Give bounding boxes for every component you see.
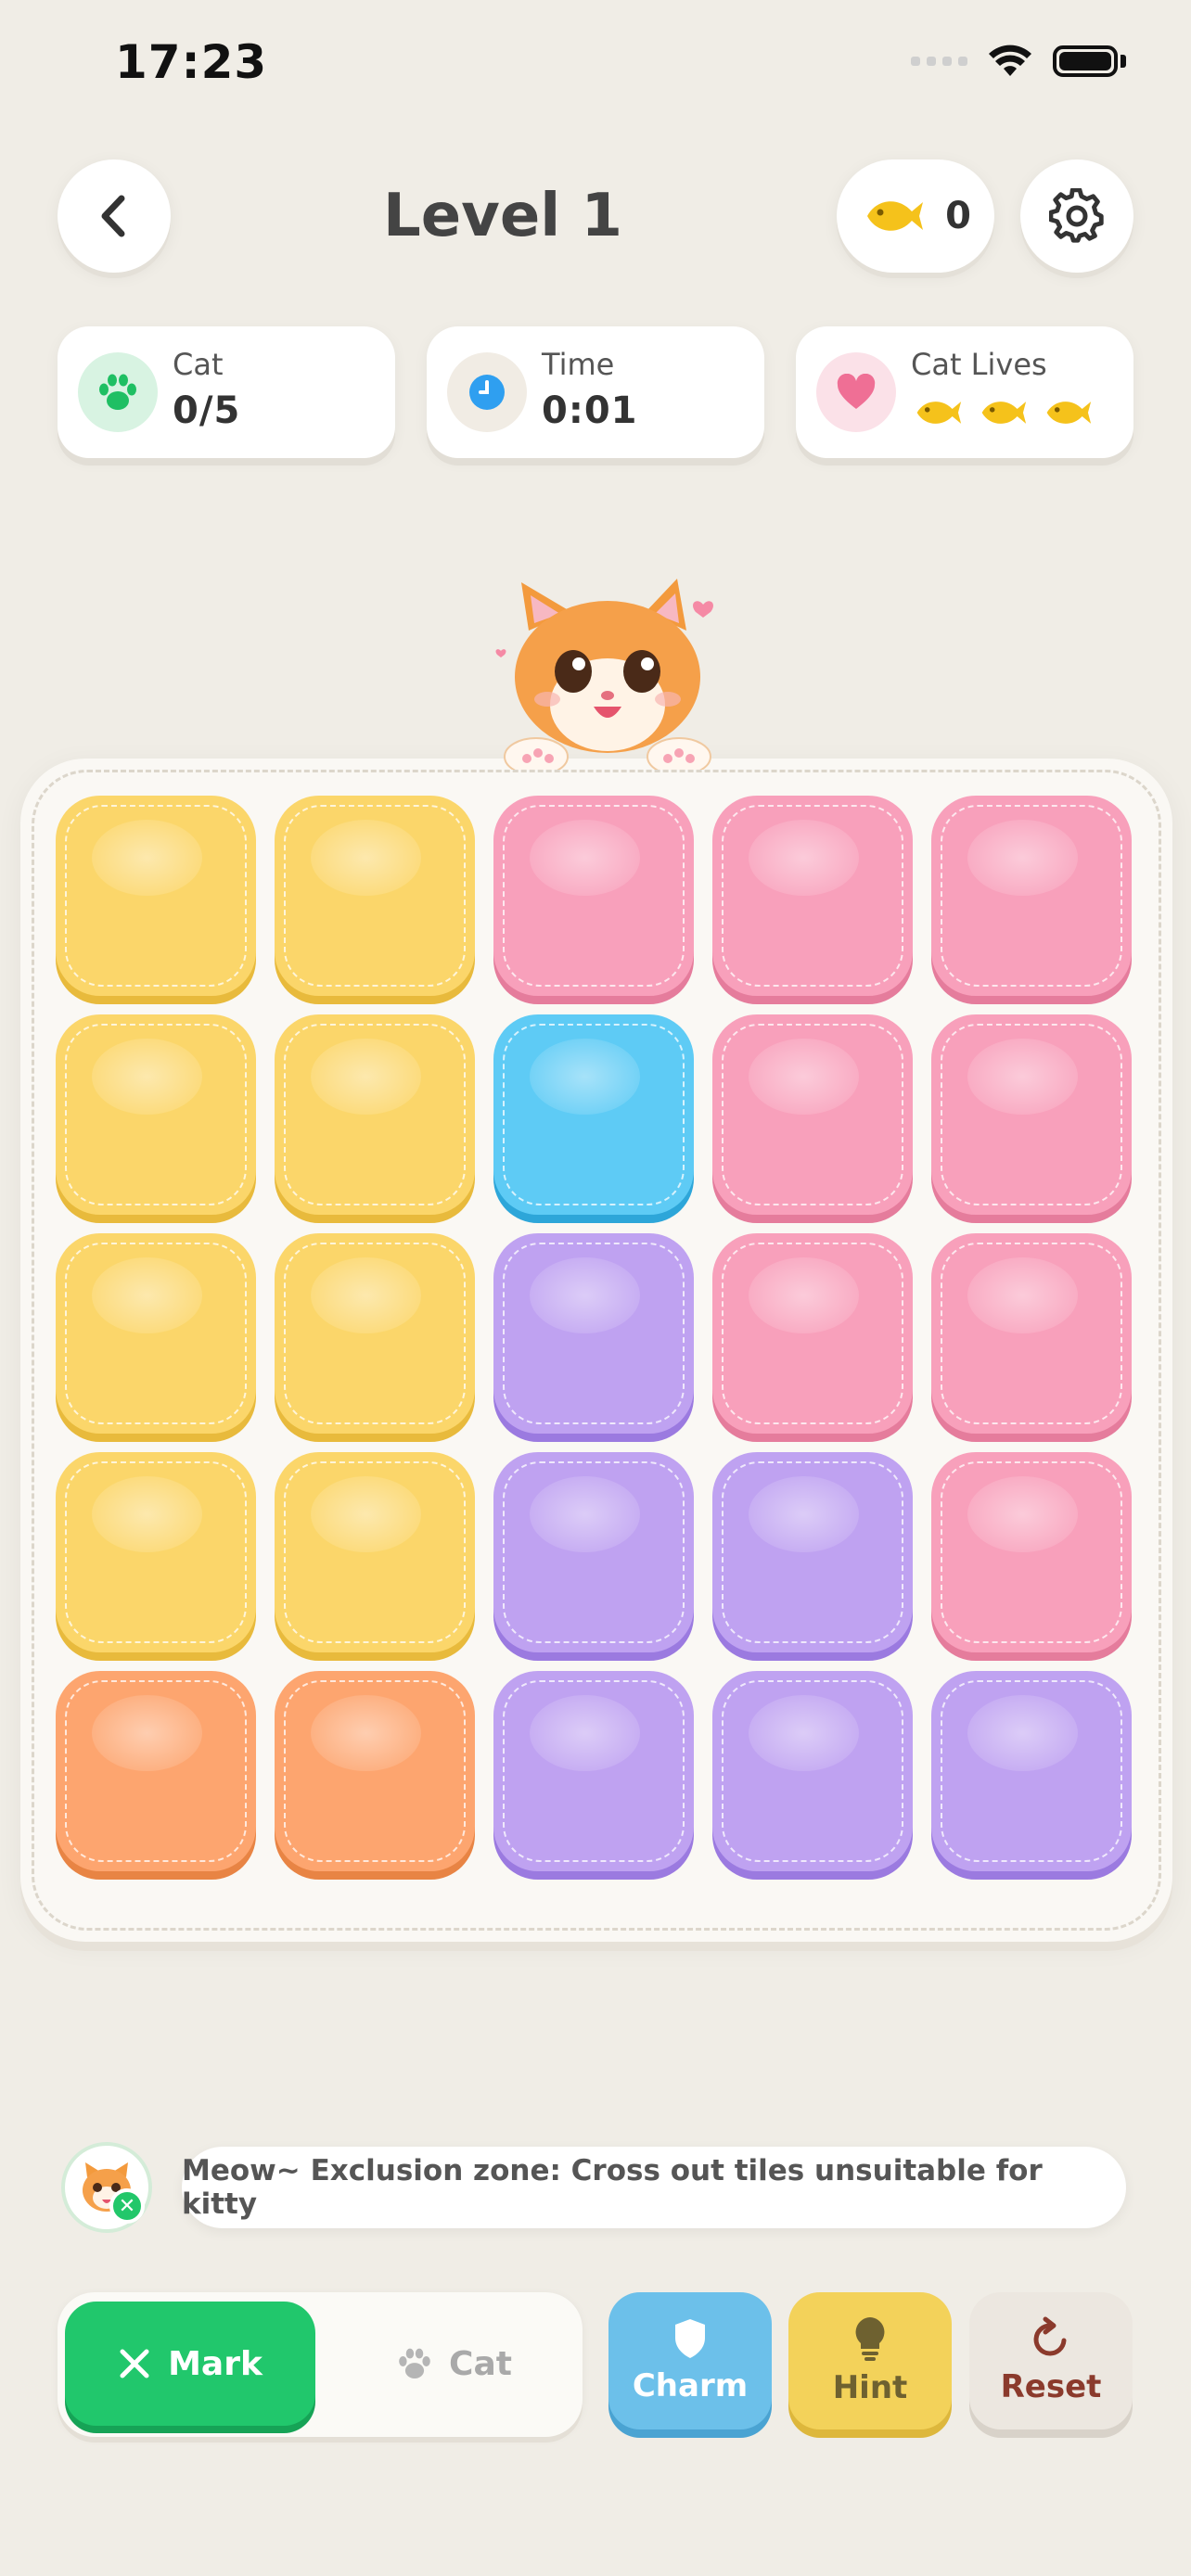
paw-icon (78, 352, 158, 432)
paw-icon (399, 2348, 430, 2378)
board-tile-yellow[interactable] (275, 796, 475, 996)
board-tile-purple[interactable] (712, 1452, 913, 1652)
battery-icon (1053, 45, 1126, 77)
board-tile-purple[interactable] (493, 1671, 694, 1871)
board-tile-yellow[interactable] (56, 1452, 256, 1652)
board-tile-orange[interactable] (56, 1671, 256, 1871)
wifi-icon (989, 45, 1031, 76)
mark-mode-button[interactable]: Mark (65, 2302, 315, 2426)
gear-icon (1049, 188, 1104, 243)
board-tile-purple[interactable] (931, 1671, 1132, 1871)
board-tile-yellow[interactable] (275, 1452, 475, 1652)
close-badge-icon: ✕ (109, 2188, 145, 2224)
board-tile-pink[interactable] (931, 796, 1132, 996)
reset-arrow-icon (1033, 2316, 1067, 2356)
board-tile-blue[interactable] (493, 1014, 694, 1215)
cat-mascot-icon (495, 579, 713, 770)
board-tile-yellow[interactable] (56, 1014, 256, 1215)
charm-button[interactable]: Charm (608, 2292, 772, 2429)
x-mark-icon (120, 2349, 149, 2378)
board-tile-purple[interactable] (493, 1233, 694, 1434)
lightbulb-icon (855, 2317, 885, 2361)
reset-button[interactable]: Reset (969, 2292, 1133, 2429)
reset-label: Reset (1000, 2368, 1102, 2405)
board-tile-pink[interactable] (712, 1014, 913, 1215)
cat-label: Cat (173, 347, 224, 382)
fish-icon (867, 201, 924, 231)
heart-icon (816, 352, 896, 432)
cat-progress-card: Cat 0/5 (58, 326, 395, 458)
board-tile-pink[interactable] (931, 1233, 1132, 1434)
life-fish-icon (916, 402, 962, 424)
hint-button[interactable]: Hint (788, 2292, 952, 2429)
board-tile-yellow[interactable] (56, 796, 256, 996)
life-fish-icon (981, 402, 1027, 424)
timer-card: Time 0:01 (427, 326, 764, 458)
hint-message: Meow~ Exclusion zone: Cross out tiles un… (182, 2147, 1126, 2228)
board-tile-pink[interactable] (493, 796, 694, 996)
cellular-signal-icon (911, 57, 967, 66)
board-tile-yellow[interactable] (56, 1233, 256, 1434)
fish-coin-counter[interactable]: 0 (837, 159, 994, 273)
cat-count: 0/5 (173, 389, 241, 432)
mark-label: Mark (168, 2344, 263, 2383)
board-tile-yellow[interactable] (275, 1233, 475, 1434)
lives-label: Cat Lives (911, 347, 1047, 382)
board-tile-pink[interactable] (931, 1452, 1132, 1652)
time-label: Time (542, 347, 615, 382)
cat-mode-label: Cat (449, 2344, 512, 2383)
board-tile-yellow[interactable] (275, 1014, 475, 1215)
lives-indicator (911, 395, 1093, 430)
charm-label: Charm (632, 2367, 749, 2404)
board-tile-orange[interactable] (275, 1671, 475, 1871)
cat-mode-button[interactable]: Cat (349, 2302, 558, 2426)
coin-count: 0 (945, 195, 971, 237)
clock-icon (447, 352, 527, 432)
lives-card: Cat Lives (796, 326, 1133, 458)
tile-grid (56, 796, 1132, 1871)
life-fish-icon (1046, 402, 1092, 424)
board-tile-pink[interactable] (931, 1014, 1132, 1215)
board-tile-purple[interactable] (712, 1671, 913, 1871)
status-icons (911, 45, 1126, 78)
status-time: 17:23 (115, 35, 268, 89)
time-value: 0:01 (542, 389, 638, 432)
board-tile-pink[interactable] (712, 1233, 913, 1434)
settings-button[interactable] (1020, 159, 1133, 273)
hint-label: Hint (832, 2369, 908, 2406)
board-tile-pink[interactable] (712, 796, 913, 996)
shield-icon (675, 2319, 705, 2358)
board-tile-purple[interactable] (493, 1452, 694, 1652)
